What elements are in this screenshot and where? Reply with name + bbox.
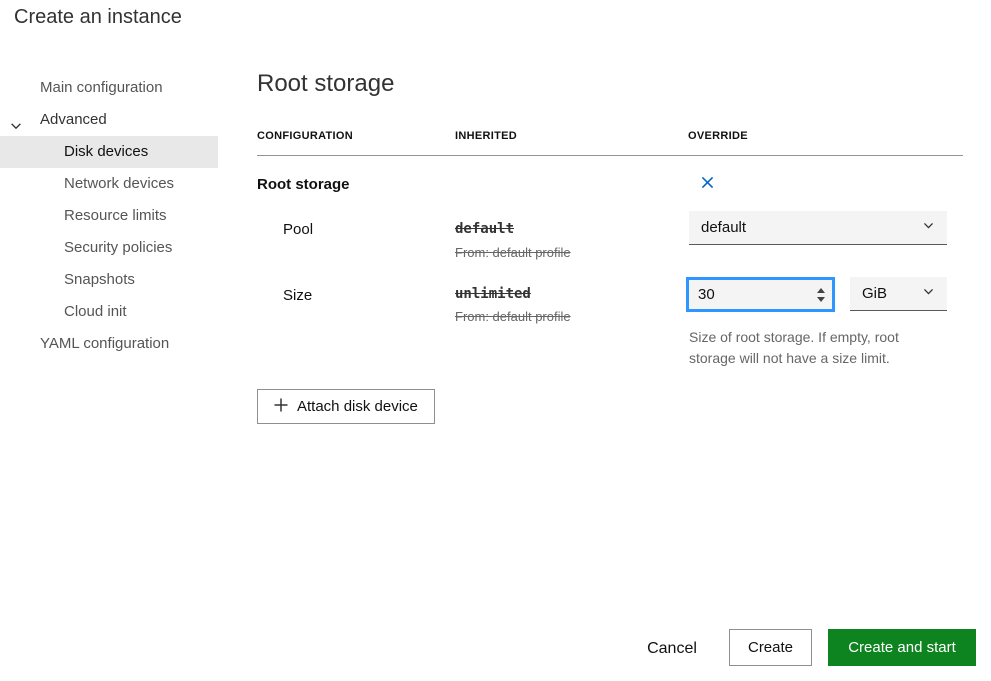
sidebar-item-yaml-configuration[interactable]: YAML configuration	[0, 328, 218, 360]
row-label-pool: Pool	[283, 221, 313, 238]
size-unit-value: GiB	[862, 285, 887, 302]
stepper-down-icon[interactable]	[817, 297, 825, 302]
sidebar-item-main-configuration[interactable]: Main configuration	[0, 72, 218, 104]
attach-disk-device-label: Attach disk device	[297, 398, 418, 415]
close-icon	[701, 176, 714, 192]
sidebar-item-advanced[interactable]: Advanced	[0, 104, 218, 136]
sidebar-item-snapshots[interactable]: Snapshots	[0, 264, 218, 296]
size-help-text: Size of root storage. If empty, root sto…	[689, 327, 949, 369]
sidebar-item-network-devices[interactable]: Network devices	[0, 168, 218, 200]
chevron-down-icon	[922, 219, 935, 236]
stepper-up-icon[interactable]	[817, 288, 825, 293]
sidebar-nav: Main configuration Advanced Disk devices…	[0, 72, 218, 360]
size-inherited-value: unlimited	[455, 286, 531, 302]
size-input-wrapper	[686, 277, 835, 312]
size-unit-select[interactable]: GiB	[850, 277, 947, 311]
sidebar-item-security-policies[interactable]: Security policies	[0, 232, 218, 264]
column-header-configuration: CONFIGURATION	[257, 130, 353, 142]
pool-select-value: default	[701, 219, 746, 236]
sidebar-item-label: Cloud init	[64, 303, 127, 320]
sidebar-item-label: Main configuration	[40, 79, 163, 96]
size-input[interactable]	[689, 286, 810, 303]
size-inherited-source: From: default profile	[455, 309, 571, 324]
clear-override-button[interactable]	[696, 173, 718, 195]
pool-inherited-source: From: default profile	[455, 245, 571, 260]
sidebar-item-label: Disk devices	[64, 143, 148, 160]
sidebar-item-label: Network devices	[64, 175, 174, 192]
pool-select[interactable]: default	[689, 211, 947, 245]
section-heading: Root storage	[257, 70, 394, 98]
pool-inherited-value: default	[455, 221, 514, 237]
column-header-override: OVERRIDE	[688, 130, 748, 142]
cancel-button[interactable]: Cancel	[640, 630, 704, 667]
table-header-divider	[257, 155, 963, 156]
attach-disk-device-button[interactable]: Attach disk device	[257, 389, 435, 424]
sidebar-item-label: Resource limits	[64, 207, 167, 224]
column-header-inherited: INHERITED	[455, 130, 517, 142]
sidebar-item-resource-limits[interactable]: Resource limits	[0, 200, 218, 232]
create-and-start-button[interactable]: Create and start	[828, 629, 976, 666]
chevron-down-icon	[922, 285, 935, 302]
sidebar-item-disk-devices[interactable]: Disk devices	[0, 136, 218, 168]
row-label-size: Size	[283, 287, 312, 304]
sidebar-item-label: Security policies	[64, 239, 172, 256]
quantity-stepper[interactable]	[810, 280, 832, 309]
sidebar-item-label: Advanced	[40, 111, 107, 128]
sidebar-item-cloud-init[interactable]: Cloud init	[0, 296, 218, 328]
page-title: Create an instance	[14, 6, 182, 29]
sidebar-item-label: YAML configuration	[40, 335, 169, 352]
create-button[interactable]: Create	[729, 629, 812, 666]
row-label-root-storage: Root storage	[257, 176, 350, 193]
plus-icon	[274, 398, 288, 416]
sidebar-item-label: Snapshots	[64, 271, 135, 288]
